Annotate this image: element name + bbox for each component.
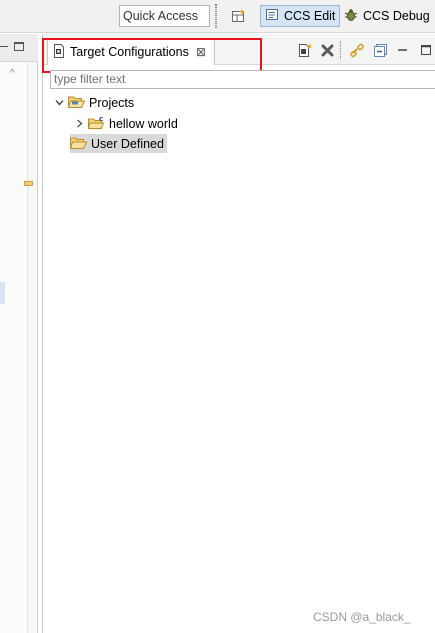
tree-item-label: User Defined <box>91 136 164 151</box>
maximize-icon[interactable] <box>417 41 435 59</box>
link-with-editor-icon[interactable] <box>348 41 366 59</box>
open-folder-icon <box>69 136 88 152</box>
target-configurations-view: Target Configurations ⊠ type filter text… <box>42 34 435 633</box>
chevron-right-icon[interactable] <box>74 119 84 129</box>
minimize-icon[interactable] <box>0 46 8 47</box>
left-panel-header <box>0 34 38 62</box>
delete-icon[interactable] <box>318 41 336 59</box>
quick-access-input[interactable]: Quick Access <box>119 5 210 27</box>
selection-marker <box>0 282 5 304</box>
close-icon[interactable]: ⊠ <box>196 45 206 59</box>
ccs-project-icon: c <box>87 115 105 132</box>
tree-item-projects[interactable]: Projects <box>54 93 134 112</box>
svg-text:c: c <box>99 115 103 123</box>
collapse-all-icon[interactable] <box>371 41 389 59</box>
tree-item-project[interactable]: c hellow world <box>74 114 178 133</box>
tab-label: Target Configurations <box>70 45 189 59</box>
watermark: CSDN @a_black_ <box>313 610 411 624</box>
view-header: Target Configurations ⊠ <box>43 34 435 65</box>
target-config-icon <box>53 43 65 61</box>
perspective-ccs-debug[interactable]: CCS Debug <box>339 5 434 27</box>
chevron-down-icon[interactable] <box>54 98 64 108</box>
main-toolbar: Quick Access CCS Edit CCS Debug <box>0 0 435 33</box>
open-perspective-icon[interactable] <box>230 7 248 25</box>
perspective-ccs-edit[interactable]: CCS Edit <box>260 5 341 27</box>
filter-input[interactable]: type filter text <box>50 70 435 89</box>
tree-item-label: Projects <box>89 95 135 110</box>
tab-target-configurations[interactable]: Target Configurations ⊠ <box>47 38 215 65</box>
ccs-edit-icon <box>265 7 280 25</box>
open-folder-icon <box>67 95 86 111</box>
toolbar-separator <box>215 4 217 28</box>
annotation-marker[interactable] <box>24 181 33 186</box>
tree-item-label: hellow world <box>109 116 178 131</box>
chevron-up-icon[interactable]: ^ <box>10 68 15 79</box>
new-target-config-icon[interactable] <box>296 41 314 59</box>
left-panel-content: ^ <box>0 62 28 633</box>
left-panel: ^ <box>0 34 38 633</box>
perspective-label: CCS Debug <box>363 9 430 23</box>
ccs-debug-icon <box>343 7 359 25</box>
tree-item-user-defined[interactable]: User Defined <box>69 134 167 153</box>
toolbar-separator <box>340 41 341 59</box>
minimize-icon[interactable] <box>394 41 412 59</box>
perspective-label: CCS Edit <box>284 9 336 23</box>
maximize-icon[interactable] <box>14 42 24 51</box>
